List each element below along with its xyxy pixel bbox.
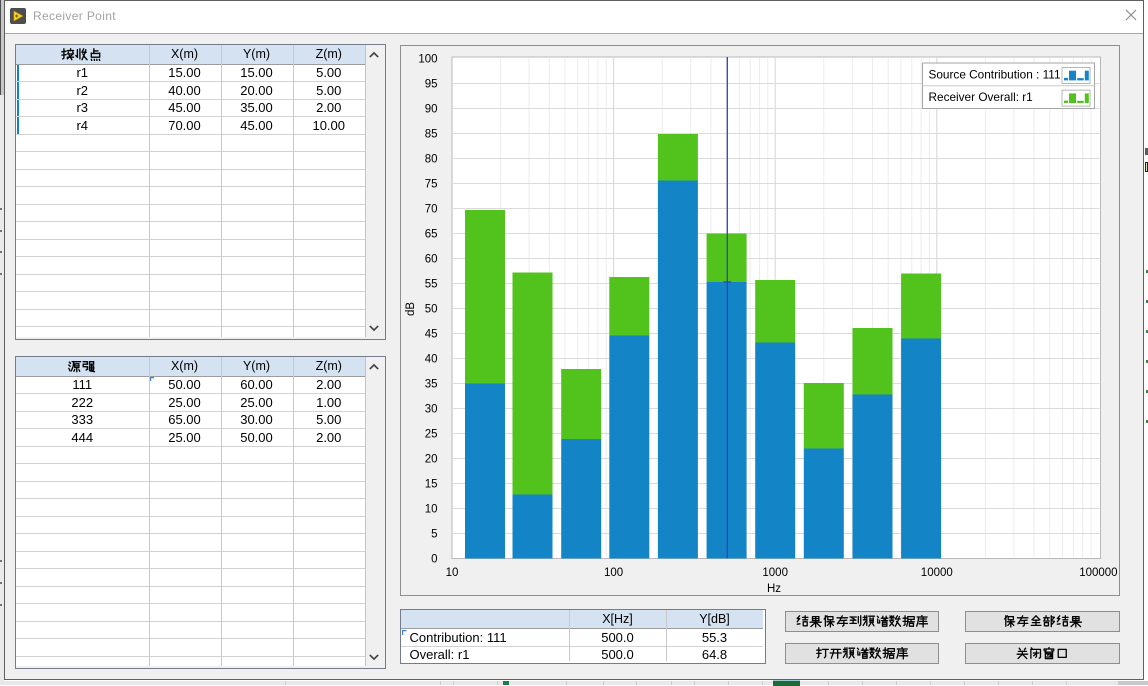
- svg-text:100000: 100000: [1079, 567, 1117, 579]
- svg-text:50: 50: [425, 304, 438, 316]
- svg-text:100: 100: [418, 54, 437, 66]
- svg-text:10: 10: [425, 504, 438, 516]
- svg-text:dB: dB: [405, 302, 417, 316]
- svg-text:Hz: Hz: [767, 583, 781, 595]
- svg-text:100: 100: [604, 567, 623, 579]
- svg-text:60: 60: [425, 254, 438, 266]
- svg-text:1000: 1000: [762, 567, 788, 579]
- svg-text:Receiver Overall: r1: Receiver Overall: r1: [929, 90, 1033, 104]
- svg-text:30: 30: [425, 404, 438, 416]
- svg-text:95: 95: [425, 79, 438, 91]
- svg-text:10000: 10000: [921, 567, 953, 579]
- svg-text:40: 40: [425, 354, 438, 366]
- svg-text:65: 65: [425, 229, 438, 241]
- svg-text:45: 45: [425, 329, 438, 341]
- svg-text:25: 25: [425, 429, 438, 441]
- svg-text:0: 0: [431, 554, 437, 566]
- svg-text:70: 70: [425, 204, 438, 216]
- svg-text:55: 55: [425, 279, 438, 291]
- svg-text:15: 15: [425, 479, 438, 491]
- svg-text:5: 5: [431, 529, 437, 541]
- svg-text:Source Contribution : 111: Source Contribution : 111: [929, 68, 1061, 82]
- svg-text:90: 90: [425, 104, 438, 116]
- svg-text:20: 20: [425, 454, 438, 466]
- svg-text:85: 85: [425, 129, 438, 141]
- svg-text:80: 80: [425, 154, 438, 166]
- svg-text:75: 75: [425, 179, 438, 191]
- svg-text:10: 10: [446, 567, 459, 579]
- svg-text:35: 35: [425, 379, 438, 391]
